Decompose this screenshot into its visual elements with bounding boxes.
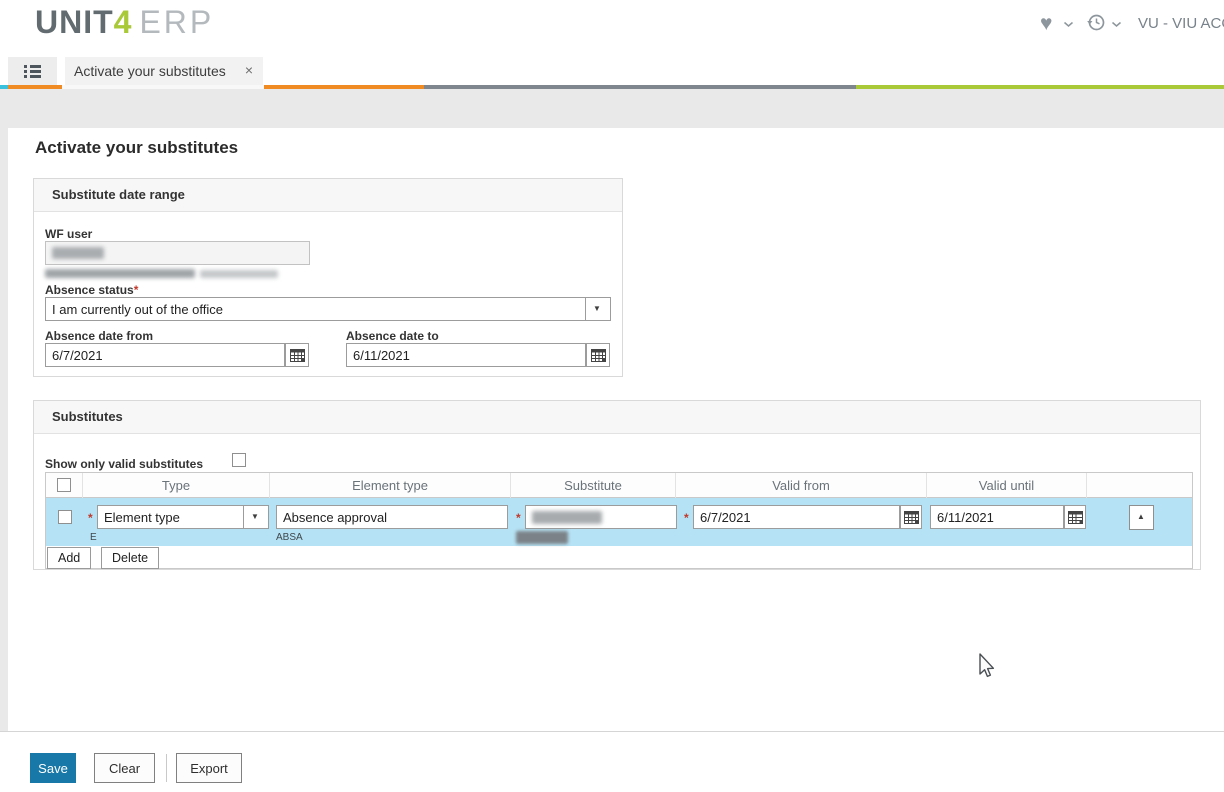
column-header-type: Type	[83, 473, 270, 498]
top-header: UNIT4ERP ♥ VU - VIU ACC	[0, 0, 1224, 57]
add-row-button[interactable]: Add	[47, 547, 91, 569]
tab-label: Activate your substitutes	[74, 63, 226, 79]
type-dropdown-button[interactable]: ▼	[243, 505, 269, 529]
show-only-valid-substitutes-checkbox[interactable]	[232, 453, 246, 467]
export-button[interactable]: Export	[176, 753, 242, 783]
absence-date-from-calendar-icon[interactable]	[285, 343, 309, 367]
select-all-column	[46, 473, 83, 498]
required-asterisk: *	[134, 283, 139, 297]
substitute-required-asterisk: *	[516, 511, 521, 525]
footer-divider	[166, 754, 167, 782]
user-account-label[interactable]: VU - VIU ACC	[1138, 15, 1224, 32]
date-range-panel-header: Substitute date range	[34, 179, 622, 212]
wf-user-label: WF user	[45, 227, 92, 241]
type-code-label: E	[90, 532, 97, 543]
menu-list-icon	[24, 64, 41, 78]
redacted-wf-user-description	[45, 269, 195, 278]
favorites-chevron-down-icon[interactable]	[1063, 21, 1074, 28]
chevron-down-icon: ▼	[251, 512, 259, 521]
date-range-panel-title: Substitute date range	[52, 187, 185, 202]
arrow-up-icon: ▲	[1137, 512, 1145, 521]
redacted-substitute-value	[532, 511, 602, 524]
redacted-wf-user-description-2	[200, 270, 278, 278]
chevron-down-icon: ▼	[593, 304, 601, 313]
tab-close-icon[interactable]: ×	[245, 62, 253, 78]
column-header-element-type: Element type	[270, 473, 511, 498]
show-only-valid-substitutes-label: Show only valid substitutes	[45, 457, 203, 471]
save-button[interactable]: Save	[30, 753, 76, 783]
valid-until-calendar-icon[interactable]	[1064, 505, 1086, 529]
footer-action-bar: Save Clear Export	[0, 731, 1224, 792]
logo-unit-text: UNIT	[35, 4, 114, 40]
redacted-substitute-code	[516, 531, 568, 544]
absence-status-value: I am currently out of the office	[52, 302, 223, 317]
column-header-valid-from: Valid from	[676, 473, 927, 498]
valid-from-required-asterisk: *	[684, 511, 689, 525]
element-type-input[interactable]	[276, 505, 508, 529]
absence-date-from-input[interactable]	[45, 343, 285, 367]
valid-from-input[interactable]	[693, 505, 900, 529]
logo-four-text: 4	[114, 4, 132, 40]
absence-date-to-label: Absence date to	[346, 329, 439, 343]
redacted-wf-user-value	[52, 247, 104, 259]
left-gutter	[0, 89, 8, 731]
column-header-valid-until: Valid until	[927, 473, 1087, 498]
absence-date-to-calendar-icon[interactable]	[586, 343, 610, 367]
favorites-heart-icon[interactable]: ♥	[1040, 12, 1052, 36]
tab-menu[interactable]	[8, 57, 57, 85]
valid-from-calendar-icon[interactable]	[900, 505, 922, 529]
row-checkbox[interactable]	[58, 510, 72, 524]
clear-button[interactable]: Clear	[94, 753, 155, 783]
mouse-cursor	[975, 651, 997, 681]
history-chevron-down-icon[interactable]	[1111, 21, 1122, 28]
substitute-input[interactable]	[525, 505, 677, 529]
substitutes-panel-header: Substitutes	[34, 401, 1200, 434]
page-title: Activate your substitutes	[35, 138, 238, 158]
main-content: Activate your substitutes Substitute dat…	[8, 128, 1224, 731]
substitutes-table-header: Type Element type Substitute Valid from …	[46, 473, 1192, 498]
type-required-asterisk: *	[88, 511, 93, 525]
absence-date-from-label: Absence date from	[45, 329, 153, 343]
wf-user-field	[45, 241, 310, 265]
valid-until-input[interactable]	[930, 505, 1064, 529]
move-row-up-button[interactable]: ▲	[1129, 505, 1154, 530]
gray-band	[0, 89, 1224, 128]
column-header-substitute: Substitute	[511, 473, 676, 498]
recent-history-icon[interactable]	[1086, 12, 1107, 33]
tab-bar: Activate your substitutes ×	[0, 57, 1224, 85]
unit4-erp-window: UNIT4ERP ♥ VU - VIU ACC Activate your su…	[0, 0, 1224, 792]
delete-row-button[interactable]: Delete	[101, 547, 159, 569]
substitutes-table: Type Element type Substitute Valid from …	[45, 472, 1193, 569]
unit4-erp-logo: UNIT4ERP	[35, 4, 214, 40]
tab-activate-your-substitutes[interactable]: Activate your substitutes ×	[65, 57, 263, 85]
substitutes-panel: Substitutes Show only valid substitutes …	[33, 400, 1201, 570]
column-header-actions	[1087, 473, 1192, 498]
absence-status-label-text: Absence status	[45, 283, 134, 297]
type-select[interactable]: Element type ▼	[97, 505, 269, 529]
absence-status-select[interactable]: I am currently out of the office ▼	[45, 297, 611, 321]
absence-status-label: Absence status*	[45, 283, 138, 297]
absence-date-to-input[interactable]	[346, 343, 586, 367]
substitutes-panel-title: Substitutes	[52, 409, 123, 424]
logo-erp-text: ERP	[139, 4, 214, 40]
absence-status-dropdown-button[interactable]: ▼	[585, 297, 611, 321]
select-all-checkbox[interactable]	[57, 478, 71, 492]
element-type-code-label: ABSA	[276, 532, 303, 543]
substitute-date-range-panel: Substitute date range WF user Absence st…	[33, 178, 623, 377]
type-value: Element type	[104, 510, 180, 525]
